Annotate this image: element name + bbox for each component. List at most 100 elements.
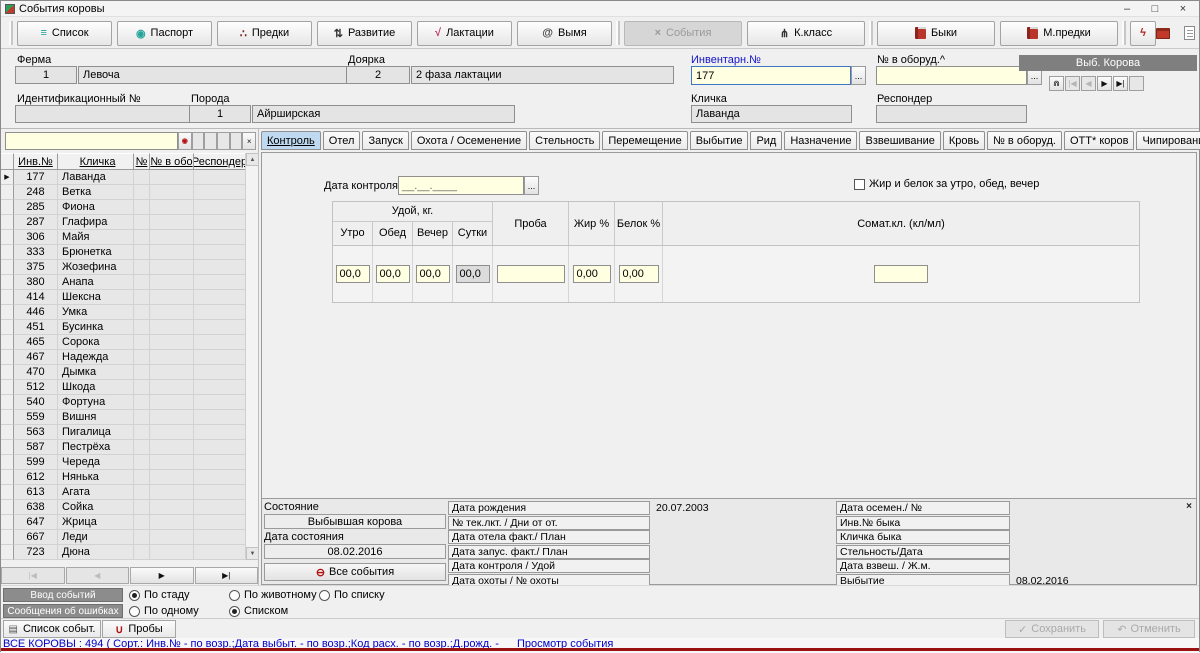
radio-по-животному[interactable]: По животному: [229, 588, 317, 602]
probe-input[interactable]: [497, 265, 565, 283]
tab-отел[interactable]: Отел: [323, 131, 361, 150]
radio-по-одному[interactable]: По одному: [129, 604, 199, 618]
radio-icon[interactable]: [229, 590, 240, 601]
binoculars-icon[interactable]: ⋒: [1049, 76, 1064, 91]
tab-стельность[interactable]: Стельность: [529, 131, 600, 150]
cow-row[interactable]: 470Дымка: [1, 365, 259, 380]
toolbar-button-laktacii[interactable]: √Лактации: [417, 21, 512, 46]
cow-row[interactable]: 375Жозефина: [1, 260, 259, 275]
cow-cell: Агата: [58, 485, 134, 500]
tab-кровь[interactable]: Кровь: [943, 131, 985, 150]
cow-row[interactable]: 285Фиона: [1, 200, 259, 215]
cow-row[interactable]: 723Дюна: [1, 545, 259, 560]
milk-noon-input[interactable]: 00,0: [376, 265, 410, 283]
cow-row[interactable]: 333Брюнетка: [1, 245, 259, 260]
tab-выбытие[interactable]: Выбытие: [690, 131, 749, 150]
cow-row[interactable]: 587Пестрёха: [1, 440, 259, 455]
cow-column-header[interactable]: № в обо: [150, 153, 194, 170]
cow-list-scrollbar[interactable]: ▲ ▼: [245, 153, 258, 560]
exit-button[interactable]: ϟ: [1130, 21, 1156, 46]
inventory-lookup-button[interactable]: ...: [851, 66, 866, 85]
cow-row[interactable]: 306Майя: [1, 230, 259, 245]
cow-row[interactable]: 647Жрица: [1, 515, 259, 530]
nav-last-icon[interactable]: ▶|: [1113, 76, 1128, 91]
toolbar-button-pasport[interactable]: ◉Паспорт: [117, 21, 212, 46]
cow-row[interactable]: 667Леди: [1, 530, 259, 545]
maximize-icon[interactable]: □: [1141, 1, 1169, 16]
cow-row[interactable]: 540Фортуна: [1, 395, 259, 410]
tab-назначение[interactable]: Назначение: [784, 131, 857, 150]
radio-по-стаду[interactable]: По стаду: [129, 588, 190, 602]
cow-row[interactable]: ▶177Лаванда: [1, 170, 259, 185]
cow-row[interactable]: 465Сорока: [1, 335, 259, 350]
row-marker-cell: [1, 185, 14, 200]
toolbar-button-byki[interactable]: Быки: [877, 21, 995, 46]
fat-protein-checkbox[interactable]: [854, 179, 865, 190]
scroll-up-icon[interactable]: ▲: [246, 153, 259, 166]
cow-column-header[interactable]: Инв.№: [14, 153, 58, 170]
cow-row[interactable]: 599Череда: [1, 455, 259, 470]
tab--в-оборуд-[interactable]: № в оборуд.: [987, 131, 1062, 150]
cow-column-header[interactable]: Кличка: [58, 153, 134, 170]
tab-events-list[interactable]: ▤ Список событ.: [3, 620, 101, 638]
cow-row[interactable]: 638Сойка: [1, 500, 259, 515]
list-next-icon[interactable]: ▶: [130, 567, 194, 584]
cow-row[interactable]: 512Шкода: [1, 380, 259, 395]
search-apply-icon[interactable]: ◉: [178, 132, 192, 150]
tab-probes[interactable]: ∪ Пробы: [102, 620, 176, 638]
tab-отт-коров[interactable]: ОТТ* коров: [1064, 131, 1134, 150]
toolbar-button-kklass[interactable]: ⋔К.класс: [747, 21, 865, 46]
scroll-down-icon[interactable]: ▼: [246, 547, 259, 560]
cow-row[interactable]: 248Ветка: [1, 185, 259, 200]
close-icon[interactable]: ×: [1169, 1, 1197, 16]
cow-row[interactable]: 287Глафира: [1, 215, 259, 230]
cow-column-header[interactable]: №: [134, 153, 150, 170]
cow-row[interactable]: 414Шексна: [1, 290, 259, 305]
radio-icon[interactable]: [319, 590, 330, 601]
cow-row[interactable]: 380Анапа: [1, 275, 259, 290]
toolbar-button-predki[interactable]: ∴Предки: [217, 21, 312, 46]
cow-row[interactable]: 467Надежда: [1, 350, 259, 365]
list-last-icon[interactable]: ▶|: [195, 567, 259, 584]
toolbar-button-vymya[interactable]: @Вымя: [517, 21, 612, 46]
control-date-picker-button[interactable]: ...: [524, 176, 539, 195]
cow-row[interactable]: 613Агата: [1, 485, 259, 500]
all-events-button[interactable]: ⊖ Все события: [264, 563, 446, 581]
cow-column-header[interactable]: Респондер: [194, 153, 246, 170]
document-icon[interactable]: [1184, 26, 1195, 40]
toolbar-button-spisok[interactable]: ≡Список: [17, 21, 112, 46]
protein-input[interactable]: 0,00: [619, 265, 659, 283]
toolbar-button-razvitie[interactable]: ⇅Развитие: [317, 21, 412, 46]
radio-списком[interactable]: Списком: [229, 604, 288, 618]
radio-icon[interactable]: [129, 606, 140, 617]
cow-row[interactable]: 563Пигалица: [1, 425, 259, 440]
radio-icon[interactable]: [129, 590, 140, 601]
tab-рид[interactable]: Рид: [750, 131, 782, 150]
cow-row[interactable]: 451Бусинка: [1, 320, 259, 335]
cow-row[interactable]: 446Умка: [1, 305, 259, 320]
radio-по-списку[interactable]: По списку: [319, 588, 385, 602]
tab-чипирование[interactable]: Чипирование: [1136, 131, 1200, 150]
cow-row[interactable]: 612Нянька: [1, 470, 259, 485]
inventory-number-input[interactable]: 177: [691, 66, 851, 85]
info-close-icon[interactable]: ×: [1186, 501, 1192, 512]
tab-охота-осеменение[interactable]: Охота / Осеменение: [411, 131, 527, 150]
milk-morning-input[interactable]: 00,0: [336, 265, 370, 283]
tab-контроль[interactable]: Контроль: [261, 131, 321, 150]
control-date-input[interactable]: __.__.____: [398, 176, 524, 195]
cow-row[interactable]: 559Вишня: [1, 410, 259, 425]
minimize-icon[interactable]: –: [1113, 1, 1141, 16]
milk-evening-input[interactable]: 00,0: [416, 265, 450, 283]
tab-взвешивание[interactable]: Взвешивание: [859, 131, 940, 150]
cow-search-input[interactable]: [5, 132, 178, 150]
radio-icon[interactable]: [229, 606, 240, 617]
fat-input[interactable]: 0,00: [573, 265, 611, 283]
somatic-input[interactable]: [874, 265, 928, 283]
tab-перемещение[interactable]: Перемещение: [602, 131, 687, 150]
search-close-icon[interactable]: ×: [242, 132, 256, 150]
equipment-number-input[interactable]: [876, 66, 1027, 85]
tab-запуск[interactable]: Запуск: [362, 131, 408, 150]
nav-next-icon[interactable]: ▶: [1097, 76, 1112, 91]
toolbar-button-mpredki[interactable]: М.предки: [1000, 21, 1118, 46]
archive-icon[interactable]: [1156, 28, 1170, 39]
